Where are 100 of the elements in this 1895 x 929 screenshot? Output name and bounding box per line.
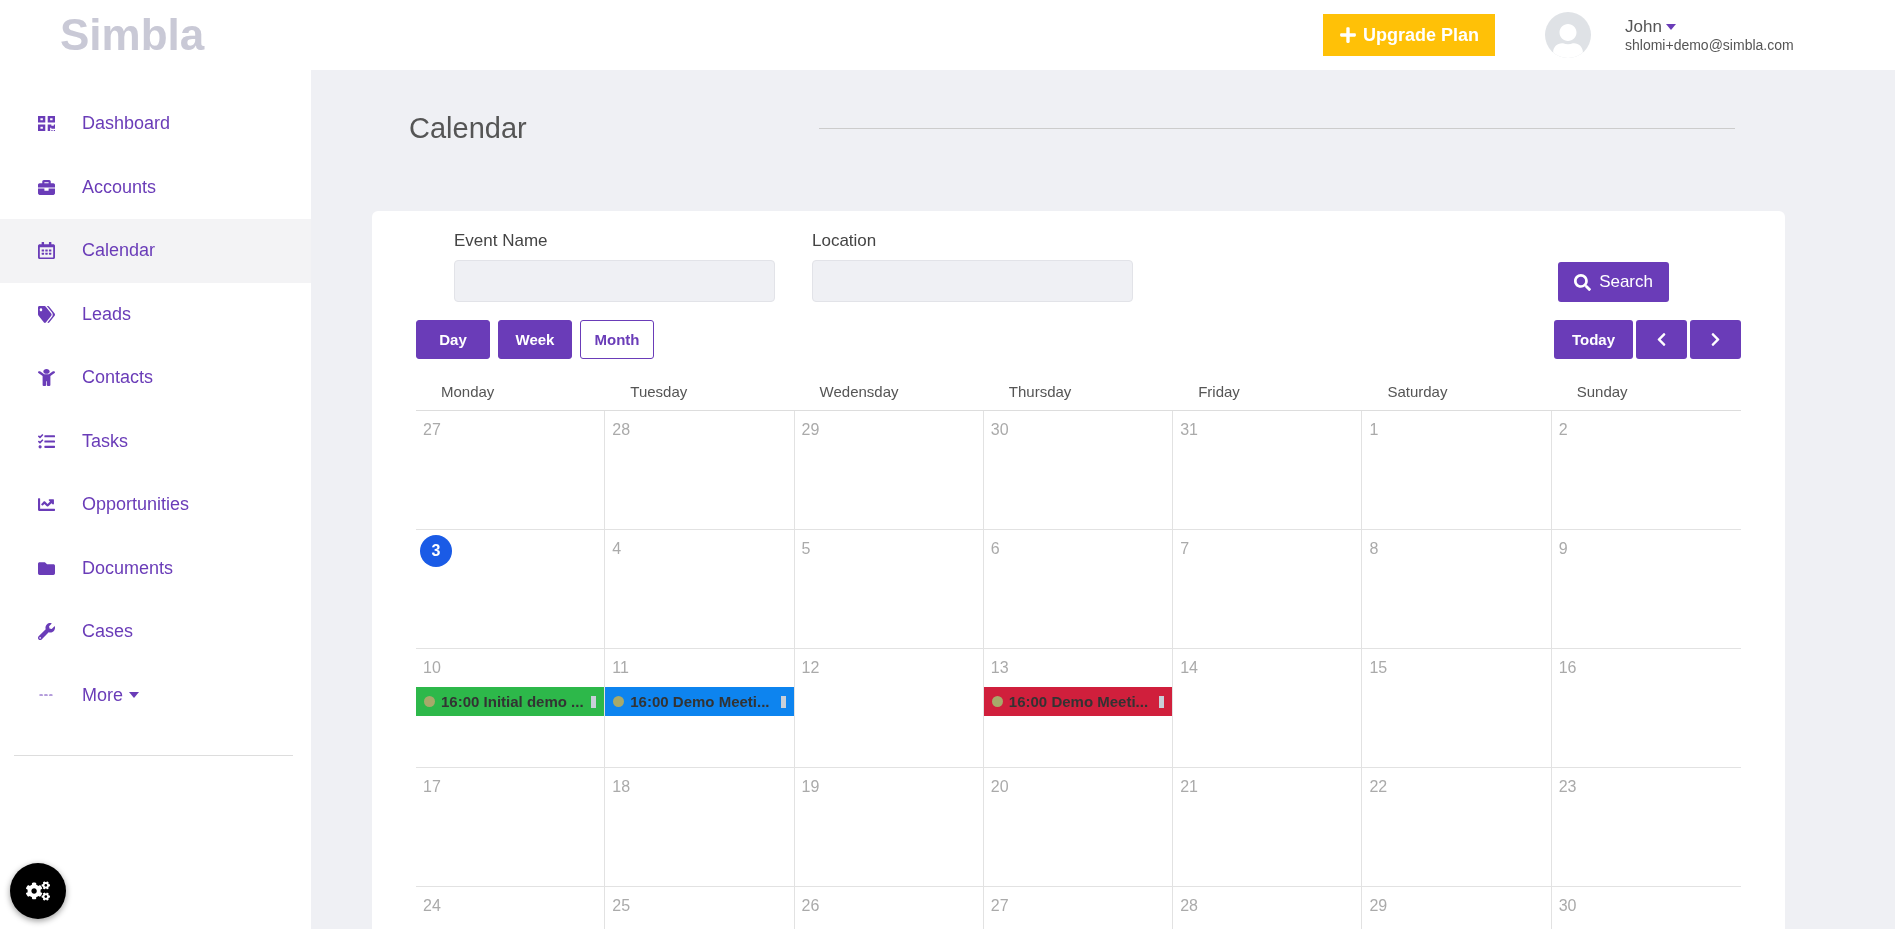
day-cell[interactable]: 28 [605,411,795,530]
weekday-header: Monday [416,377,606,411]
status-dot [991,696,1003,707]
settings-button[interactable] [10,863,66,919]
sidebar-item[interactable]: Calendar [0,219,311,283]
day-number: 30 [990,421,1010,439]
day-number: 11 [612,659,630,677]
day-cell[interactable]: 1 [1362,411,1552,530]
today-button[interactable]: Today [1553,320,1633,359]
day-number: 6 [990,540,1001,558]
day-cell[interactable]: 28 [1173,887,1363,929]
person-icon [37,369,55,387]
weekday-header: Tuesday [605,377,795,411]
day-number: 20 [990,778,1010,796]
event-chip[interactable]: 16:00 Initial demo ... [416,687,605,716]
day-number: 28 [612,421,632,439]
view-tab[interactable]: Week [498,320,572,359]
day-cell[interactable]: 9 [1551,530,1741,649]
day-number: 8 [1369,540,1380,558]
day-cell[interactable]: 3 [416,530,606,649]
day-cell[interactable]: 20 [983,768,1174,887]
search-button[interactable]: Search [1558,262,1669,302]
status-dot [613,696,625,707]
day-cell[interactable]: 29 [794,411,984,530]
weekday-header: Saturday [1362,377,1552,411]
day-cell[interactable]: 8 [1362,530,1552,649]
day-number: 12 [801,659,821,677]
day-cell[interactable]: 30 [983,411,1174,530]
day-number: 15 [1369,659,1389,677]
input-field[interactable] [812,260,1133,302]
day-cell[interactable]: 31 [1173,411,1363,530]
day-cell[interactable]: 15 [1362,649,1552,768]
today-marker: 3 [420,535,452,567]
wrench-icon [37,623,55,641]
day-number: 22 [1369,778,1389,796]
event-chip[interactable]: 16:00 Demo Meeti... [983,687,1173,716]
day-number: 16 [1558,659,1578,677]
folder-icon [37,559,55,577]
day-cell[interactable]: 4 [605,530,795,649]
day-cell[interactable]: 5 [794,530,984,649]
user-menu[interactable]: John [1625,17,1676,37]
day-number: 10 [423,659,442,677]
tags-icon [37,305,55,323]
day-number: 9 [1558,540,1569,558]
day-cell[interactable]: 22 [1362,768,1552,887]
day-cell[interactable]: 18 [605,768,795,887]
avatar [1545,12,1591,58]
user-email: shlomi+demo@simbla.com [1625,37,1795,53]
day-number: 23 [1558,778,1578,796]
day-number: 4 [612,540,623,558]
plus-icon [1338,26,1357,44]
day-number: 27 [423,421,442,439]
day-cell[interactable]: 19 [794,768,984,887]
page-title: Calendar [409,111,528,145]
day-cell[interactable]: 13 16:00 Demo Meeti... [983,649,1174,768]
weekday-header: Thursday [983,377,1174,411]
day-cell[interactable]: 26 [794,887,984,929]
day-cell[interactable]: 2 [1551,411,1741,530]
search-icon [1574,273,1592,291]
day-cell[interactable]: 17 [416,768,606,887]
day-cell[interactable]: 10 16:00 Initial demo ... [416,649,606,768]
day-number: 24 [423,897,442,915]
day-cell[interactable]: 11 16:00 Demo Meeti... [605,649,795,768]
caret-icon [1665,24,1676,30]
day-number: 19 [801,778,821,796]
upgrade-button[interactable]: Upgrade Plan [1322,14,1495,56]
day-cell[interactable]: 6 [983,530,1174,649]
view-tab[interactable]: Month [580,320,654,359]
day-cell[interactable]: 12 [794,649,984,768]
resize-handle[interactable] [1159,695,1165,708]
day-cell[interactable]: 21 [1173,768,1363,887]
day-cell[interactable]: 27 [416,411,606,530]
next-button[interactable] [1690,320,1741,359]
day-cell[interactable]: 30 [1551,887,1741,929]
day-number: 29 [801,421,821,439]
day-cell[interactable]: 16 [1551,649,1741,768]
day-cell[interactable]: 23 [1551,768,1741,887]
day-number: 7 [1180,540,1191,558]
day-number: 26 [801,897,821,915]
input-field[interactable] [454,260,775,302]
day-number: 28 [1180,897,1199,915]
day-cell[interactable]: 24 [416,887,606,929]
line-chart-icon [37,496,55,514]
day-cell[interactable]: 25 [605,887,795,929]
day-cell[interactable]: 7 [1173,530,1363,649]
day-cell[interactable]: 29 [1362,887,1552,929]
day-number: 13 [990,659,1010,677]
briefcase-icon [37,178,55,196]
view-tab[interactable]: Day [416,320,490,359]
day-number: 5 [801,540,812,558]
day-cell[interactable]: 27 [983,887,1174,929]
list-icon [37,432,55,450]
previous-button[interactable] [1636,320,1687,359]
day-number: 25 [612,897,632,915]
resize-handle[interactable] [780,695,786,708]
day-number: 31 [1180,421,1199,439]
event-chip[interactable]: 16:00 Demo Meeti... [605,687,794,716]
day-cell[interactable]: 14 [1173,649,1363,768]
resize-handle[interactable] [591,695,597,708]
day-number: 2 [1558,421,1569,439]
